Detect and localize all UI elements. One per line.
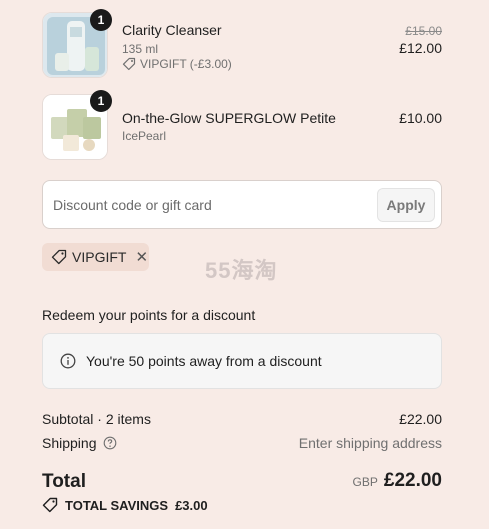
quantity-badge: 1 <box>90 9 112 31</box>
applied-code-label: VIPGIFT <box>72 249 127 265</box>
info-icon <box>60 353 76 369</box>
help-icon[interactable] <box>103 436 117 450</box>
item-discount: VIPGIFT (-£3.00) <box>122 57 232 71</box>
points-heading: Redeem your points for a discount <box>42 307 256 323</box>
shipping-value: Enter shipping address <box>298 435 442 451</box>
remove-discount-icon[interactable]: ✕ <box>135 248 148 266</box>
savings-value: £3.00 <box>175 497 208 513</box>
original-price: £15.00 <box>405 24 442 38</box>
subtotal-label: Subtotal · 2 items <box>42 411 151 427</box>
applied-discount-chip: VIPGIFT ✕ <box>42 243 149 271</box>
tag-icon <box>42 497 58 513</box>
total-savings-row: TOTAL SAVINGS £3.00 <box>42 497 208 513</box>
item-name: On-the-Glow SUPERGLOW Petite <box>122 110 336 126</box>
savings-label: TOTAL SAVINGS <box>65 497 169 513</box>
item-variant: IcePearl <box>122 129 167 143</box>
item-variant: 135 ml <box>122 42 159 56</box>
total-row-value: GBP £22.00 <box>300 470 442 492</box>
discount-code-input[interactable] <box>53 191 373 219</box>
item-discount-label: VIPGIFT (-£3.00) <box>140 57 232 71</box>
watermark: 55海淘 <box>205 258 278 283</box>
shipping-label: Shipping <box>42 435 97 451</box>
points-message: You're 50 points away from a discount <box>86 353 322 369</box>
subtotal-value: £22.00 <box>399 411 442 427</box>
item-price: £12.00 <box>399 40 442 56</box>
tag-icon <box>51 249 67 265</box>
item-price: £10.00 <box>399 110 442 126</box>
total-value: £22.00 <box>383 470 442 491</box>
tag-icon <box>122 57 136 71</box>
item-name: Clarity Cleanser <box>122 22 222 38</box>
total-label: Total <box>42 471 86 492</box>
points-info-box: You're 50 points away from a discount <box>42 333 442 389</box>
discount-field: Apply <box>42 180 442 229</box>
apply-button[interactable]: Apply <box>377 188 435 222</box>
currency-code: GBP <box>352 475 378 489</box>
shipping-row: Shipping <box>42 435 117 451</box>
quantity-badge: 1 <box>90 90 112 112</box>
